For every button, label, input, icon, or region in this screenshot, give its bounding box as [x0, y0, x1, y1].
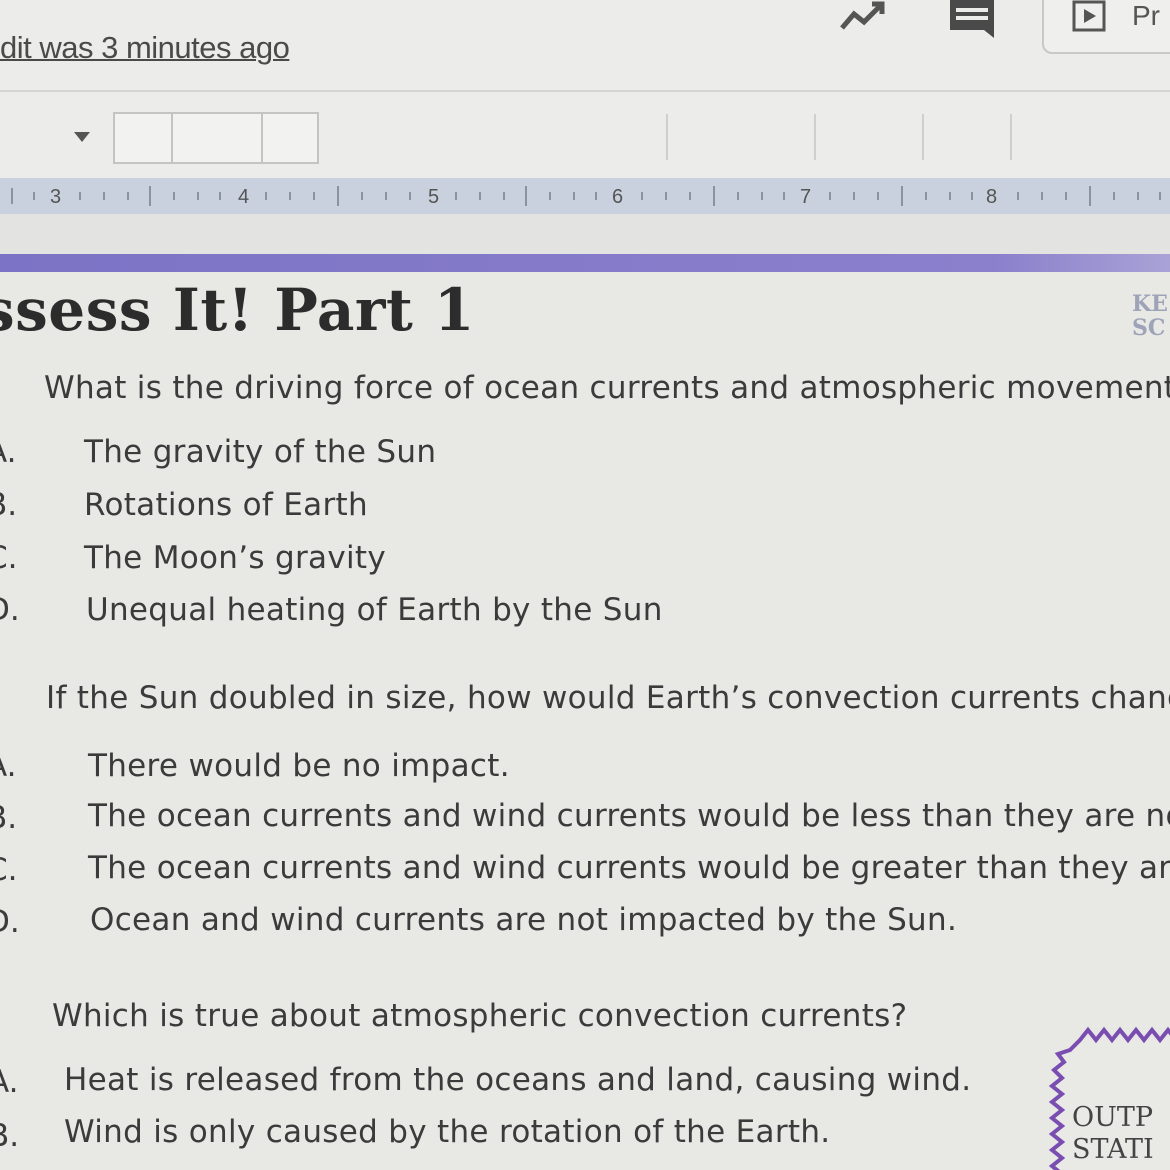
comment-icon[interactable]: [948, 0, 1000, 40]
question-text: What is the driving force of ocean curre…: [44, 370, 1170, 406]
publisher-logo: KE SC: [1132, 291, 1168, 341]
font-size-control: [113, 112, 319, 164]
answer-option: The ocean currents and wind currents wou…: [88, 850, 1170, 886]
ruler-gap: [0, 214, 1170, 254]
top-bar: dit was 3 minutes ago Pr: [0, 0, 1170, 90]
option-letter: B.: [0, 800, 18, 836]
trend-icon[interactable]: [838, 0, 888, 34]
answer-option: Rotations of Earth: [84, 487, 368, 523]
present-icon: [1072, 0, 1106, 32]
answer-option: There would be no impact.: [88, 748, 510, 784]
option-letter: D.: [0, 904, 20, 940]
ruler-number: 5: [428, 186, 440, 208]
question-text: Which is true about atmospheric convecti…: [52, 998, 908, 1034]
formatting-toolbar: − 14 + B I U A: [0, 90, 1170, 254]
last-edit-link[interactable]: dit was 3 minutes ago: [0, 30, 290, 66]
document-page[interactable]: [0, 272, 1170, 1170]
option-letter: B.: [0, 487, 18, 523]
badge-label: OUTP STATI: [1072, 1102, 1154, 1165]
page-title: ssess It! Part 1: [0, 276, 475, 344]
ruler-number: 8: [986, 186, 998, 208]
question-text: If the Sun doubled in size, how would Ea…: [46, 680, 1170, 716]
font-dropdown-icon[interactable]: [72, 130, 92, 144]
present-label: Pr: [1132, 0, 1160, 31]
ruler-number: 7: [800, 186, 812, 208]
option-letter: A.: [0, 748, 17, 784]
answer-option: Wind is only caused by the rotation of t…: [64, 1114, 831, 1150]
header-banner: [0, 254, 1170, 272]
option-letter: A.: [0, 1064, 19, 1100]
option-letter: A.: [0, 434, 17, 470]
option-letter: B.: [0, 1118, 20, 1154]
ruler[interactable]: 3 4 5 6 7 8: [0, 178, 1170, 214]
answer-option: The Moon’s gravity: [84, 540, 386, 576]
ruler-number: 6: [612, 186, 624, 208]
answer-option: The gravity of the Sun: [84, 434, 437, 470]
ruler-number: 3: [50, 186, 62, 208]
option-letter: C.: [0, 540, 18, 576]
answer-option: Ocean and wind currents are not impacted…: [90, 902, 958, 938]
answer-option: Unequal heating of Earth by the Sun: [86, 592, 663, 628]
ruler-number: 4: [238, 186, 250, 208]
option-letter: C.: [0, 852, 18, 888]
option-letter: D.: [0, 592, 20, 628]
answer-option: Heat is released from the oceans and lan…: [64, 1062, 972, 1098]
answer-option: The ocean currents and wind currents wou…: [88, 798, 1170, 834]
